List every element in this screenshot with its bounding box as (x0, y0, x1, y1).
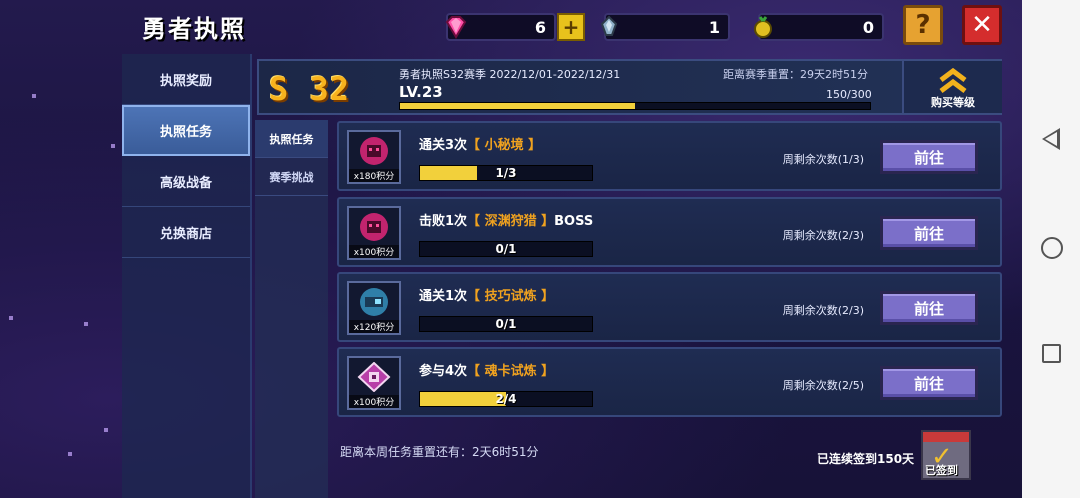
robot-head-icon (360, 288, 388, 316)
background-star (111, 144, 115, 148)
xp-text: 150/300 (826, 88, 872, 101)
background-star (104, 428, 108, 432)
nav-item-license-tasks[interactable]: 执照任务 (122, 105, 250, 156)
task-title: 通关3次【 小秘境 】 (419, 134, 541, 153)
recents-icon[interactable] (1042, 344, 1061, 363)
task-progress-text: 2/4 (495, 392, 517, 406)
go-button[interactable]: 前往 (880, 140, 978, 174)
buy-level-label: 购买等级 (931, 96, 975, 109)
weekly-remaining: 周剩余次数(2/3) (782, 229, 864, 242)
go-button[interactable]: 前往 (880, 366, 978, 400)
task-target: 【 魂卡试炼 】 (467, 364, 555, 379)
crystal-count: 1 (708, 18, 720, 37)
page-title: 勇者执照 (142, 15, 246, 43)
sub-nav: 执照任务 赛季挑战 (255, 120, 328, 498)
task-row: x100积分 击败1次【 深渊狩猎 】BOSS 0/1 周剩余次数(2/3) 前… (337, 197, 1002, 267)
checkin-streak: 已连续签到150天 (817, 452, 915, 466)
xp-progress-fill (400, 103, 635, 109)
license-level: LV.23 (399, 83, 443, 101)
gem-count: 6 (534, 18, 546, 37)
season-badge: S 32 (269, 70, 351, 108)
tab-license-tasks[interactable]: 执照任务 (255, 120, 328, 158)
task-icon: x180积分 (347, 130, 401, 184)
buy-level-button[interactable]: 购买等级 (902, 61, 1002, 113)
nav-item-exchange-shop[interactable]: 兑换商店 (122, 207, 250, 258)
double-chevron-up-icon (939, 68, 967, 93)
gem-icon (445, 16, 467, 39)
signed-label: 已签到 (925, 464, 958, 477)
left-nav: 执照奖励 执照任务 高级战备 兑换商店 (122, 54, 252, 498)
task-row: x100积分 参与4次【 魂卡试炼 】 2/4 周剩余次数(2/5) 前往 (337, 347, 1002, 417)
back-icon-inner (1045, 132, 1057, 146)
crystal-counter: 1 (604, 13, 730, 41)
seed-counter: 0 (758, 13, 884, 41)
task-suffix: BOSS (554, 214, 594, 229)
task-points: x180积分 (349, 169, 399, 182)
task-target: 【 技巧试炼 】 (467, 289, 555, 304)
tab-season-challenge[interactable]: 赛季挑战 (255, 158, 328, 196)
task-title: 击败1次【 深渊狩猎 】BOSS (419, 210, 593, 229)
calendar-icon (923, 432, 969, 442)
crystal-icon (600, 15, 618, 36)
soul-card-icon (357, 362, 391, 392)
task-target: 【 小秘境 】 (467, 138, 542, 153)
season-header: S 32 勇者执照S32赛季 2022/12/01-2022/12/31 距离赛… (257, 59, 1002, 115)
background-star (32, 94, 36, 98)
task-points: x120积分 (349, 320, 399, 333)
task-progress-text: 0/1 (495, 242, 517, 256)
task-row: x120积分 通关1次【 技巧试炼 】 0/1 周剩余次数(2/3) 前往 (337, 272, 1002, 342)
season-name: 勇者执照S32赛季 2022/12/01-2022/12/31 (399, 68, 621, 81)
background-star (68, 452, 72, 456)
task-title: 参与4次【 魂卡试炼 】 (419, 360, 554, 379)
task-progress-bar: 0/1 (419, 316, 593, 332)
close-button[interactable]: ✕ (962, 5, 1002, 45)
task-progress-text: 0/1 (495, 317, 517, 331)
task-points: x100积分 (349, 245, 399, 258)
task-progress-bar: 2/4 (419, 391, 593, 407)
add-gems-button[interactable]: + (557, 13, 585, 41)
system-nav-bar (1022, 0, 1080, 498)
task-title: 通关1次【 技巧试炼 】 (419, 285, 554, 304)
seed-icon (754, 16, 772, 38)
go-button[interactable]: 前往 (880, 291, 978, 325)
task-icon: x100积分 (347, 356, 401, 410)
checkin-button[interactable]: ✓ 已签到 (921, 430, 971, 480)
task-row: x180积分 通关3次【 小秘境 】 1/3 周剩余次数(1/3) 前往 (337, 121, 1002, 191)
task-icon: x120积分 (347, 281, 401, 335)
task-prefix: 参与4次 (419, 364, 468, 379)
go-button[interactable]: 前往 (880, 216, 978, 250)
nav-item-license-rewards[interactable]: 执照奖励 (122, 54, 250, 105)
seed-count: 0 (862, 18, 874, 37)
task-prefix: 击败1次 (419, 214, 468, 229)
task-prefix: 通关3次 (419, 138, 468, 153)
demon-mask-icon (360, 213, 388, 241)
home-icon[interactable] (1041, 237, 1063, 259)
task-prefix: 通关1次 (419, 289, 468, 304)
task-progress-bar: 0/1 (419, 241, 593, 257)
weekly-remaining: 周剩余次数(1/3) (782, 153, 864, 166)
background-star (9, 316, 13, 320)
task-progress-text: 1/3 (495, 166, 517, 180)
season-reset-timer: 距离赛季重置：29天2时51分 (723, 68, 868, 81)
help-button[interactable]: ? (903, 5, 943, 45)
weekly-reset-timer: 距离本周任务重置还有：2天6时51分 (340, 445, 539, 459)
demon-mask-icon (360, 137, 388, 165)
weekly-remaining: 周剩余次数(2/5) (782, 379, 864, 392)
task-icon: x100积分 (347, 206, 401, 260)
nav-item-advanced-gear[interactable]: 高级战备 (122, 156, 250, 207)
task-target: 【 深渊狩猎 】 (467, 214, 555, 229)
weekly-remaining: 周剩余次数(2/3) (782, 304, 864, 317)
background-star (84, 322, 88, 326)
task-points: x100积分 (349, 395, 399, 408)
task-progress-bar: 1/3 (419, 165, 593, 181)
xp-progress-bar (399, 102, 871, 110)
